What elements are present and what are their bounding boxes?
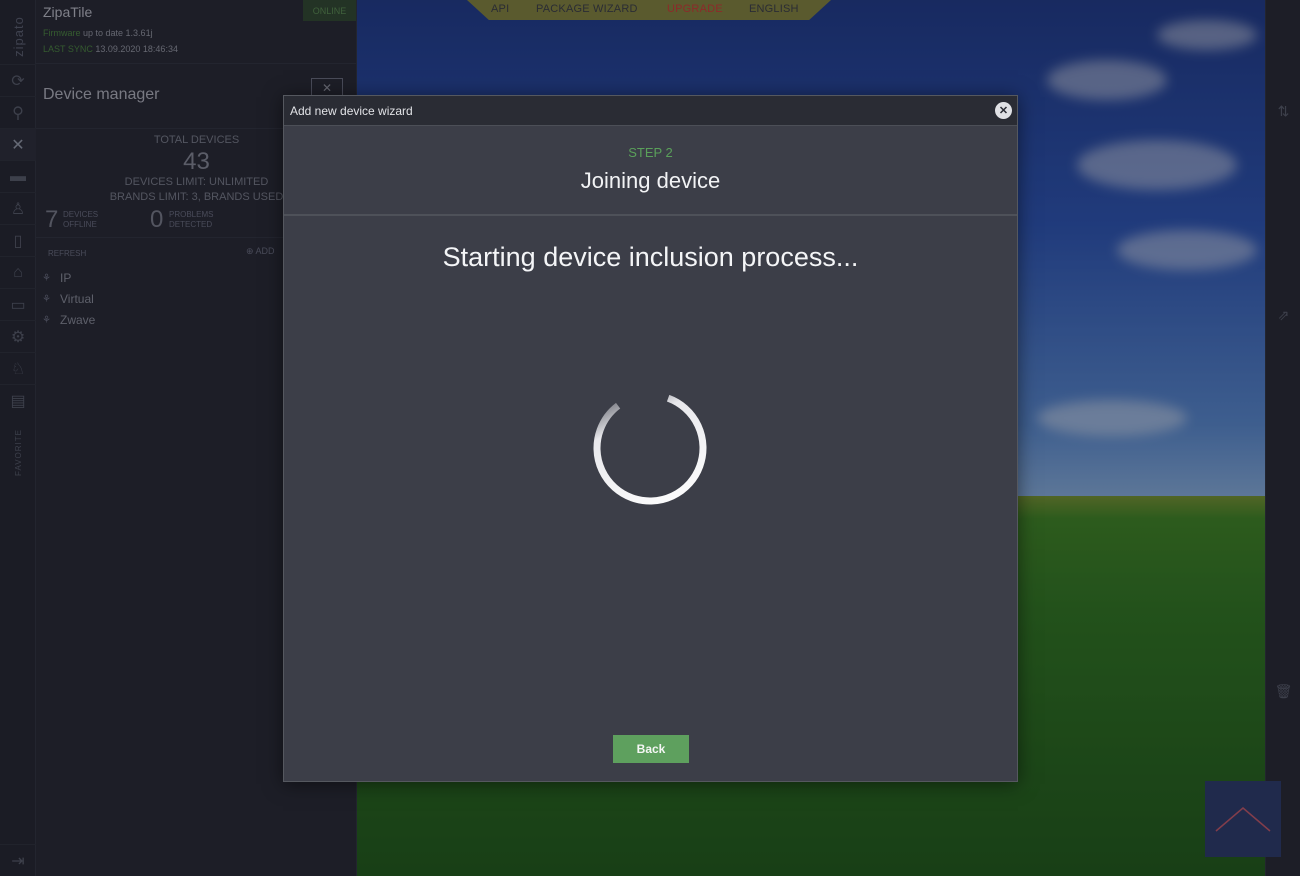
loading-spinner-icon bbox=[593, 391, 707, 505]
step-indicator: STEP 2 bbox=[628, 145, 673, 160]
nav-api[interactable]: API bbox=[491, 3, 509, 15]
step-title: Joining device bbox=[580, 168, 721, 193]
status-message: Starting device inclusion process... bbox=[442, 242, 859, 272]
close-icon[interactable]: ✕ bbox=[995, 102, 1012, 119]
divider bbox=[284, 214, 1017, 216]
nav-upgrade[interactable]: UPGRADE bbox=[667, 3, 723, 15]
nav-package-wizard[interactable]: PACKAGE WIZARD bbox=[536, 3, 638, 15]
top-navigation: API PACKAGE WIZARD UPGRADE ENGLISH bbox=[467, 0, 831, 20]
back-button[interactable]: Back bbox=[613, 735, 689, 763]
nav-language[interactable]: ENGLISH bbox=[749, 3, 799, 15]
modal-title: Add new device wizard bbox=[290, 104, 413, 118]
modal-titlebar: Add new device wizard bbox=[284, 96, 1017, 126]
add-device-wizard-modal: Add new device wizard ✕ STEP 2 Joining d… bbox=[283, 95, 1018, 782]
